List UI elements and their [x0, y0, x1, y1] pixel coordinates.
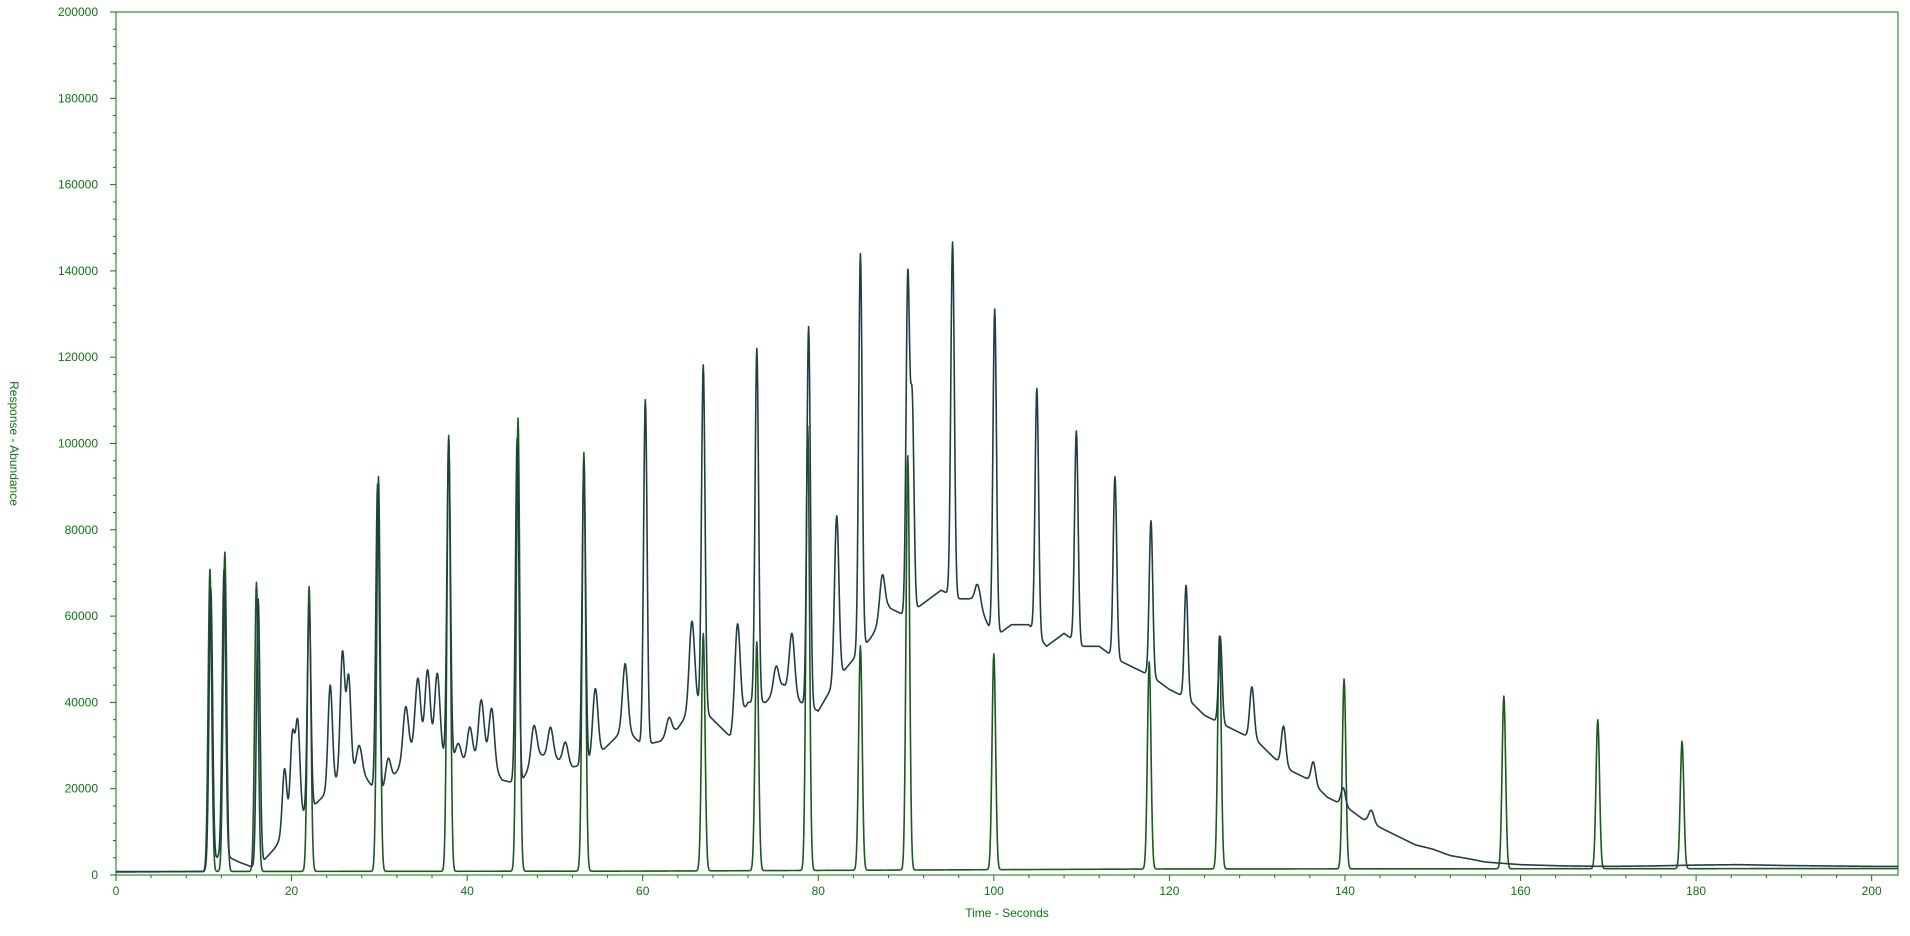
series-line-1 — [115, 417, 1899, 873]
y-tick-label: 200000 — [58, 5, 98, 19]
x-tick-label: 180 — [1686, 884, 1706, 898]
x-tick-label: 60 — [636, 884, 650, 898]
plot-frame — [115, 11, 1899, 876]
y-tick-label: 120000 — [58, 350, 98, 364]
x-tick-label: 100 — [984, 884, 1004, 898]
y-tick-label: 80000 — [65, 523, 99, 537]
x-tick-label: 80 — [812, 884, 826, 898]
chromatogram-chart: 0 20 40 60 80 100 120 140 160 180 200 0 20000 40000 6… — [0, 0, 1910, 936]
x-tick-label: 40 — [460, 884, 474, 898]
x-tick-label: 200 — [1862, 884, 1882, 898]
x-tick-label: 160 — [1511, 884, 1531, 898]
series-group — [115, 241, 1899, 873]
y-axis-label: Response - Abundance — [7, 381, 21, 506]
y-tick-label: 160000 — [58, 178, 98, 192]
x-axis-label: Time - Seconds — [965, 906, 1049, 920]
y-tick-label: 180000 — [58, 91, 98, 105]
x-axis: 0 20 40 60 80 100 120 140 160 180 200 — [113, 875, 1882, 898]
y-tick-label: 20000 — [65, 782, 99, 796]
chart-canvas: 0 20 40 60 80 100 120 140 160 180 200 0 20000 40000 6… — [7, 5, 1899, 920]
x-tick-label: 120 — [1159, 884, 1179, 898]
series-line-2 — [115, 241, 1899, 873]
y-tick-label: 0 — [91, 868, 98, 882]
x-tick-label: 0 — [113, 884, 120, 898]
plot-frame-group — [115, 11, 1899, 876]
x-tick-label: 20 — [285, 884, 299, 898]
y-tick-label: 40000 — [65, 695, 99, 709]
x-tick-label: 140 — [1335, 884, 1355, 898]
y-tick-label: 60000 — [65, 609, 99, 623]
y-tick-label: 100000 — [58, 437, 98, 451]
y-axis: 0 20000 40000 60000 80000 100000 120000 140000 1… — [58, 5, 116, 882]
y-tick-label: 140000 — [58, 264, 98, 278]
